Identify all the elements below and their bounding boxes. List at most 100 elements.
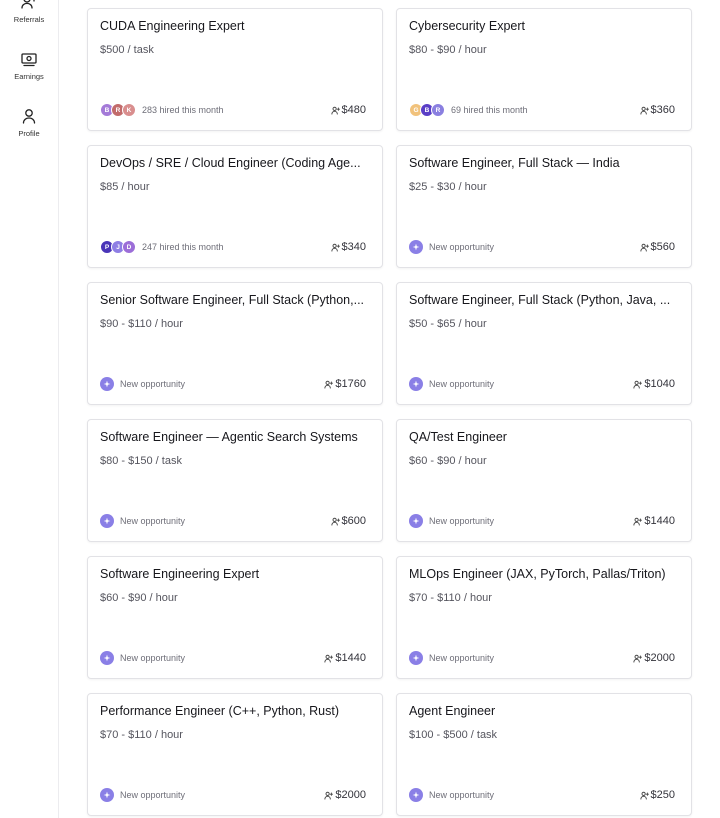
opportunity-card[interactable]: Performance Engineer (C++, Python, Rust)… [87, 693, 383, 816]
referral-icon [639, 106, 649, 115]
opportunity-card[interactable]: MLOps Engineer (JAX, PyTorch, Pallas/Tri… [396, 556, 692, 679]
card-status: B R K 283 hired this month [100, 103, 224, 117]
referral-bonus-amount: $1040 [644, 378, 675, 390]
avatar: R [431, 103, 445, 117]
referral-bonus: $340 [330, 241, 366, 253]
card-status: G B R 69 hired this month [409, 103, 528, 117]
card-title: Software Engineer — Agentic Search Syste… [100, 430, 358, 444]
card-title: MLOps Engineer (JAX, PyTorch, Pallas/Tri… [409, 567, 666, 581]
sidebar: Referrals Earnings Profile [0, 0, 59, 818]
card-title: QA/Test Engineer [409, 430, 507, 444]
card-footer: B R K 283 hired this month $480 [100, 102, 366, 118]
card-rate: $60 - $90 / hour [409, 455, 487, 467]
opportunity-card[interactable]: Software Engineer — Agentic Search Syste… [87, 419, 383, 542]
card-rate: $80 - $90 / hour [409, 44, 487, 56]
card-status: New opportunity [409, 651, 494, 665]
card-status-text: 69 hired this month [451, 105, 528, 115]
referral-icon [633, 517, 643, 526]
sparkle-icon [100, 377, 114, 391]
card-footer: New opportunity $600 [100, 513, 366, 529]
card-footer: New opportunity $1760 [100, 376, 366, 392]
opportunity-card[interactable]: Software Engineer, Full Stack — India $25… [396, 145, 692, 268]
card-footer: New opportunity $1040 [409, 376, 675, 392]
sparkle-icon [100, 514, 114, 528]
card-rate: $85 / hour [100, 181, 150, 193]
referral-bonus: $560 [639, 241, 675, 253]
opportunity-card[interactable]: QA/Test Engineer $60 - $90 / hour New oppo… [396, 419, 692, 542]
sidebar-item-earnings[interactable]: Earnings [0, 49, 58, 81]
card-rate: $100 - $500 / task [409, 729, 498, 741]
card-rate: $50 - $65 / hour [409, 318, 487, 330]
card-title: Cybersecurity Expert [409, 19, 526, 33]
card-footer: New opportunity $2000 [409, 650, 675, 666]
referral-bonus: $1760 [324, 378, 366, 390]
sparkle-icon [100, 788, 114, 802]
referral-icon [330, 106, 340, 115]
banknote-icon [19, 49, 39, 69]
card-status: New opportunity [100, 788, 185, 802]
card-status: New opportunity [100, 377, 185, 391]
referral-icon [330, 517, 340, 526]
sparkle-icon [409, 240, 423, 254]
card-status-text: New opportunity [429, 516, 495, 526]
card-rate: $25 - $30 / hour [409, 181, 487, 193]
referral-bonus-amount: $2000 [644, 652, 675, 664]
card-status-text: New opportunity [120, 516, 186, 526]
sparkle-icon [409, 788, 423, 802]
referral-icon [633, 654, 643, 663]
referral-bonus: $360 [639, 104, 675, 116]
referral-bonus-amount: $600 [341, 515, 366, 527]
sparkle-icon [409, 651, 423, 665]
referral-bonus: $480 [330, 104, 366, 116]
sidebar-item-referrals[interactable]: Referrals [0, 0, 58, 24]
opportunity-card[interactable]: Software Engineering Expert $60 - $90 / h… [87, 556, 383, 679]
referral-bonus-amount: $480 [341, 104, 366, 116]
opportunity-card[interactable]: Software Engineer, Full Stack (Python, J… [396, 282, 692, 405]
referral-bonus-amount: $340 [341, 241, 366, 253]
referral-bonus-amount: $1760 [335, 378, 366, 390]
card-status-text: New opportunity [120, 790, 186, 800]
referral-icon [324, 380, 334, 389]
card-rate: $500 / task [100, 44, 154, 56]
referral-bonus-amount: $1440 [335, 652, 366, 664]
card-status: New opportunity [100, 514, 185, 528]
card-status-text: 247 hired this month [142, 242, 224, 252]
opportunity-card[interactable]: Cybersecurity Expert $80 - $90 / hour G B R 6… [396, 8, 692, 131]
sidebar-item-profile[interactable]: Profile [0, 106, 58, 138]
card-title: Software Engineer, Full Stack (Python, J… [409, 293, 671, 307]
card-footer: New opportunity $250 [409, 787, 675, 803]
referral-bonus: $1040 [633, 378, 675, 390]
sparkle-icon [409, 377, 423, 391]
opportunity-card[interactable]: Senior Software Engineer, Full Stack (Py… [87, 282, 383, 405]
card-footer: P J D 247 hired this month $340 [100, 239, 366, 255]
card-footer: G B R 69 hired this month $360 [409, 102, 675, 118]
card-title: Performance Engineer (C++, Python, Rust) [100, 704, 340, 718]
referral-bonus: $250 [639, 789, 675, 801]
card-title: CUDA Engineering Expert [100, 19, 245, 33]
card-footer: New opportunity $2000 [100, 787, 366, 803]
referral-bonus-amount: $560 [650, 241, 675, 253]
card-title: Agent Engineer [409, 704, 496, 718]
hired-avatars: GBR [409, 103, 445, 117]
card-rate: $70 - $110 / hour [100, 729, 183, 741]
card-title: Software Engineer, Full Stack — India [409, 156, 620, 170]
card-footer: New opportunity $1440 [100, 650, 366, 666]
opportunity-card[interactable]: DevOps / SRE / Cloud Engineer (Coding Ag… [87, 145, 383, 268]
card-status-text: New opportunity [429, 379, 495, 389]
sparkle-icon [100, 651, 114, 665]
opportunity-card[interactable]: CUDA Engineering Expert $500 / task B R K 283… [87, 8, 383, 131]
card-status: New opportunity [409, 240, 494, 254]
sidebar-item-label: Profile [18, 129, 40, 138]
hired-avatars: PJD [100, 240, 136, 254]
opportunity-card[interactable]: Agent Engineer $100 - $500 / task New oppo… [396, 693, 692, 816]
card-rate: $70 - $110 / hour [409, 592, 492, 604]
card-status-text: New opportunity [120, 653, 186, 663]
referral-icon [639, 243, 649, 252]
user-plus-icon [19, 0, 39, 12]
card-status: New opportunity [100, 651, 185, 665]
card-status: New opportunity [409, 377, 494, 391]
card-title: Senior Software Engineer, Full Stack (Py… [100, 293, 365, 307]
referral-icon [633, 380, 643, 389]
card-footer: New opportunity $560 [409, 239, 675, 255]
referral-icon [324, 654, 334, 663]
